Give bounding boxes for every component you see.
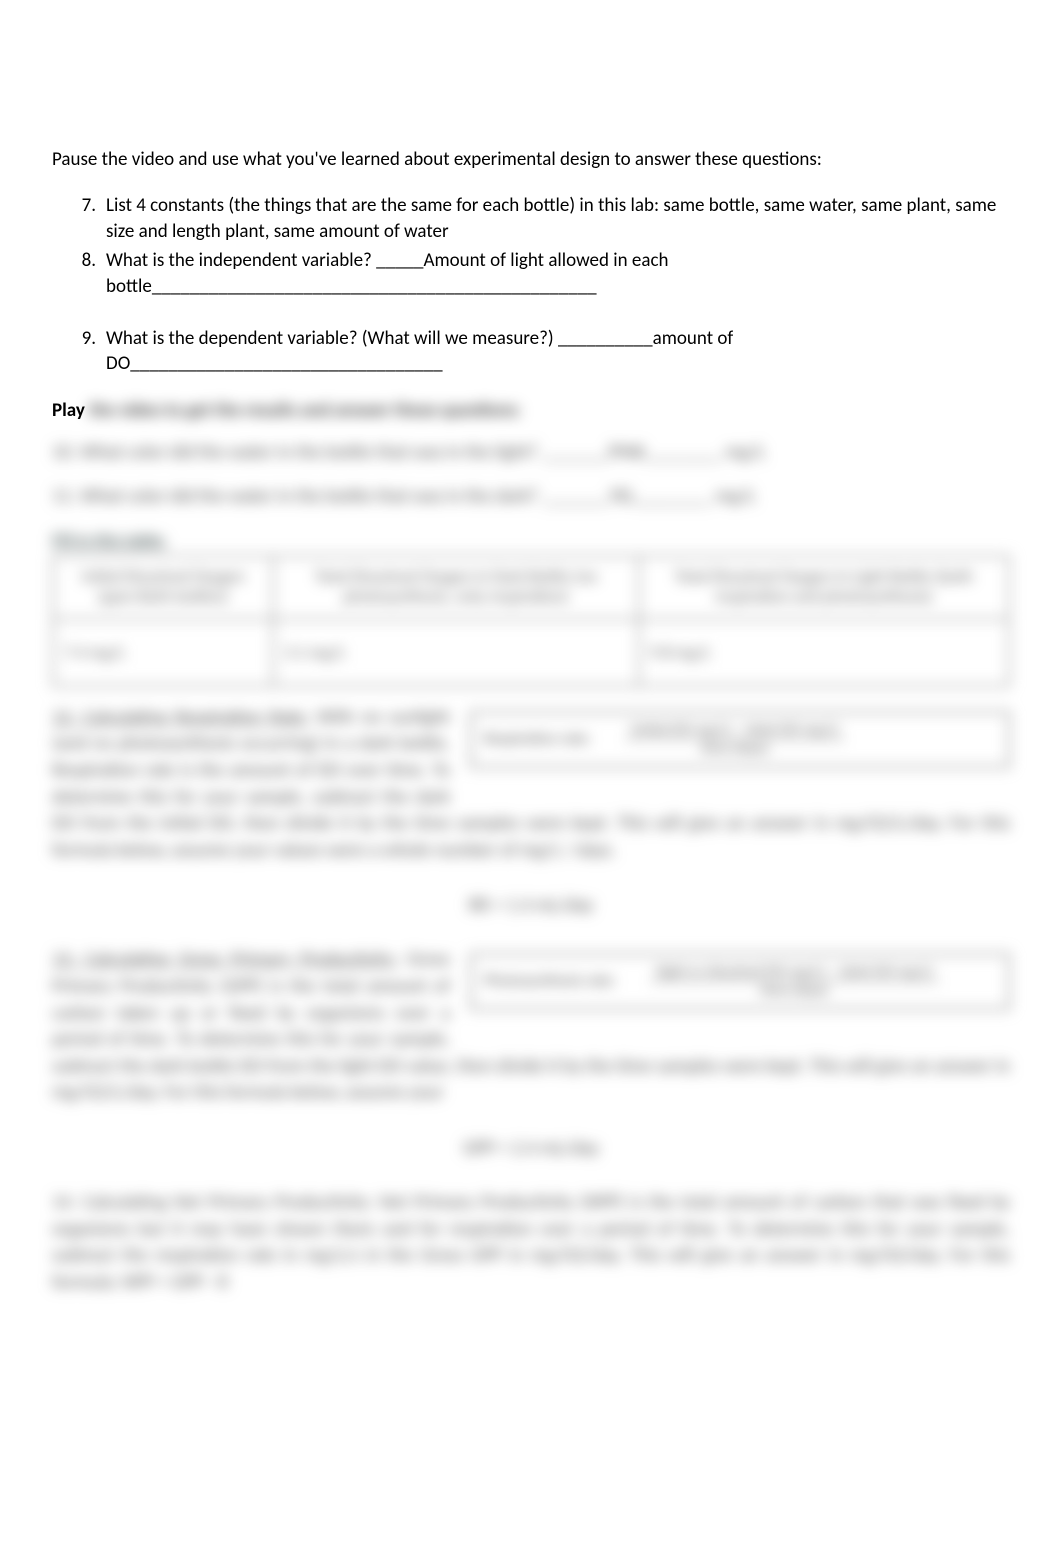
formula-13-frac: (light or dissolved DO mg/L) – (dark DO … <box>650 963 940 1000</box>
formula-13-box: Photosynthesis rate: (light or dissolved… <box>470 953 1010 1010</box>
table-cell-2: 3.1 mg/L <box>273 619 638 686</box>
formula-12-title: Respiration rate: <box>484 729 591 748</box>
q9-number: 9. <box>72 326 96 352</box>
blur-line-11: 11. What color did the water in the bott… <box>52 484 1010 511</box>
table-cell-3: 9.8 mg/L <box>639 619 1009 686</box>
formula-12-frac: (initial DO mg/L) – (dark DO mg/L) time … <box>625 721 846 758</box>
play-line: Play the video to get the results and an… <box>52 399 1010 422</box>
formula-13-title: Photosynthesis rate: <box>484 972 616 991</box>
formula-13-bot: time (days) <box>650 982 940 1000</box>
question-list: 7. List 4 constants (the things that are… <box>52 193 1010 377</box>
table-header-2: Total Dissolved Oxygen in Dark Bottle (n… <box>273 556 638 619</box>
q8-number: 8. <box>72 248 96 274</box>
intro-text: Pause the video and use what you've lear… <box>52 148 1010 171</box>
data-table: Initial Dissolved Oxygen (ppm Both bottl… <box>52 555 1010 687</box>
table-row: 7.4 mg/L 3.1 mg/L 9.8 mg/L <box>53 619 1009 686</box>
formula-13-top: (light or dissolved DO mg/L) – (dark DO … <box>650 963 940 982</box>
question-7: 7. List 4 constants (the things that are… <box>106 193 1010 244</box>
question-8: 8. What is the independent variable? ___… <box>106 248 1010 299</box>
spacer <box>106 304 1010 322</box>
blurred-content: 10. What color did the water in the bott… <box>52 440 1010 1296</box>
blur-line-10: 10. What color did the water in the bott… <box>52 440 1010 467</box>
question-9: 9. What is the dependent variable? (What… <box>106 326 1010 377</box>
table-header-1: Initial Dissolved Oxygen (ppm Both bottl… <box>53 556 273 619</box>
eq-13: GPP = 2.4 mL/day <box>52 1137 1010 1160</box>
formula-13-wrap: Photosynthesis rate: (light or dissolved… <box>470 947 1010 1020</box>
formula-12-bot: time (days) <box>625 740 846 758</box>
table-cell-1: 7.4 mg/L <box>53 619 273 686</box>
section-13: Photosynthesis rate: (light or dissolved… <box>52 947 1010 1160</box>
section-12: Respiration rate: (initial DO mg/L) – (d… <box>52 705 1010 918</box>
q9-text: What is the dependent variable? (What wi… <box>106 327 733 376</box>
q8-text: What is the independent variable? _____A… <box>106 249 668 298</box>
play-label: Play <box>52 399 85 422</box>
eq-12: RR = 1.4 mL/day <box>52 894 1010 917</box>
q7-number: 7. <box>72 193 96 219</box>
formula-12-box: Respiration rate: (initial DO mg/L) – (d… <box>470 711 1010 768</box>
para-13-head: 13. Calculating Gross Primary Productivi… <box>52 948 398 971</box>
q7-text: List 4 constants (the things that are th… <box>106 194 996 243</box>
para-12-head: 12. Calculating Respiration Rate: <box>52 706 309 729</box>
table-heading: Fill in this table: <box>52 529 1010 551</box>
para-14: 14. Calculating Net Primary Productivity… <box>52 1190 1010 1296</box>
play-rest: the video to get the results and answer … <box>85 399 521 422</box>
formula-12-top: (initial DO mg/L) – (dark DO mg/L) <box>625 721 846 740</box>
table-header-3: Total Dissolved Oxygen in Light Bottle (… <box>639 556 1009 619</box>
formula-12-wrap: Respiration rate: (initial DO mg/L) – (d… <box>470 705 1010 778</box>
